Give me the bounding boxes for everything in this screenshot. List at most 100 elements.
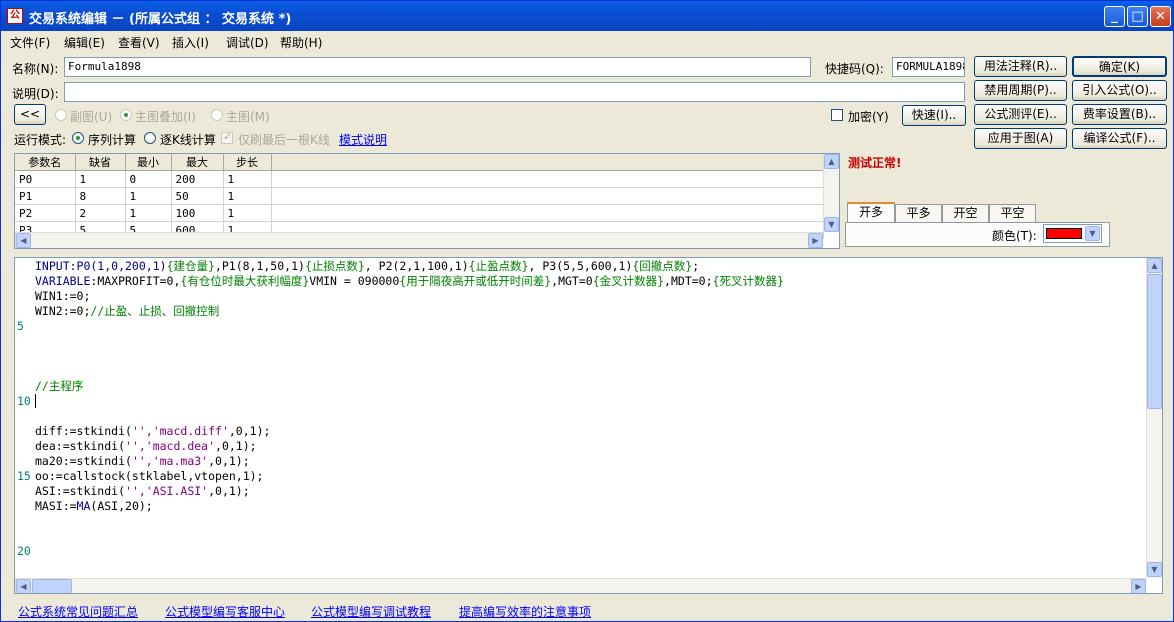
table-row[interactable]: P2 2 1 100 1 xyxy=(15,204,824,222)
code-line: WIN1:=0; xyxy=(35,289,91,303)
last-bar-label: 仅刷最后一根K线 xyxy=(238,133,330,147)
sub-chart-label: 副图(U) xyxy=(70,110,113,124)
color-label: 颜色(T): xyxy=(992,229,1037,243)
shortcut-input[interactable]: FORMULA1898 xyxy=(892,57,965,77)
import-formula-button[interactable]: 引入公式(O).. xyxy=(1072,80,1167,101)
params-table: 参数名 缺省 最小 最大 步长 P0 1 0 200 1 P1 8 1 50 1 P2 2 1 100… xyxy=(14,153,840,249)
fee-settings-button[interactable]: 费率设置(B).. xyxy=(1072,104,1167,125)
editor-vscrollbar[interactable]: ▲ ▼ xyxy=(1146,258,1162,578)
col-header[interactable]: 步长 xyxy=(223,154,272,171)
code-line: oo:=callstock(stklabel,vtopen,1); xyxy=(35,469,264,483)
run-mode-label: 运行模式: xyxy=(14,133,67,147)
line-number: 5 xyxy=(17,319,24,333)
tab-close-short[interactable]: 平空 xyxy=(989,204,1036,223)
tab-close-long[interactable]: 平多 xyxy=(895,204,942,223)
title-bar[interactable]: 公 交易系统编辑 － (所属公式组 ： 交易系统 *) _ □ ✕ xyxy=(1,1,1173,31)
col-header[interactable]: 参数名 xyxy=(15,154,76,171)
chevron-down-icon[interactable]: ▼ xyxy=(1085,226,1100,241)
text-cursor xyxy=(35,394,36,408)
scroll-down-icon[interactable]: ▼ xyxy=(1147,562,1162,577)
close-button[interactable]: ✕ xyxy=(1150,6,1171,27)
params-hscrollbar[interactable]: ◀ ▶ xyxy=(15,232,823,248)
menu-bar: 文件(F) 编辑(E) 查看(V) 插入(I) 调试(D) 帮助(H) xyxy=(1,31,1173,51)
menu-debug[interactable]: 调试(D) xyxy=(226,34,269,51)
scroll-thumb[interactable] xyxy=(32,579,72,593)
code-line: WIN2:=0;//止盈、止损、回撤控制 xyxy=(35,304,220,318)
signal-tabs: 开多 平多 开空 平空 xyxy=(845,202,1110,224)
tutorial-link[interactable]: 公式模型编写调试教程 xyxy=(311,603,431,620)
color-swatch xyxy=(1046,228,1082,239)
main-overlay-label: 主图叠加(I) xyxy=(135,110,196,124)
line-number: 15 xyxy=(17,469,31,483)
maximize-button[interactable]: □ xyxy=(1127,6,1148,27)
menu-file[interactable]: 文件(F) xyxy=(10,34,50,51)
code-line: VARIABLE:MAXPROFIT=0,{有仓位时最大获利幅度}VMIN = … xyxy=(35,274,784,288)
code-line: //主程序 xyxy=(35,379,84,393)
shortcut-label: 快捷码(Q): xyxy=(825,62,884,76)
editor-window: 公 交易系统编辑 － (所属公式组 ： 交易系统 *) _ □ ✕ 文件(F) … xyxy=(0,0,1174,622)
params-vscrollbar[interactable]: ▲ ▼ xyxy=(823,154,839,232)
col-header[interactable]: 最大 xyxy=(171,154,224,171)
formula-test-button[interactable]: 公式测评(E).. xyxy=(974,104,1067,125)
quick-button[interactable]: 快速(I).. xyxy=(902,105,966,126)
menu-insert[interactable]: 插入(I) xyxy=(172,34,209,51)
name-input[interactable]: Formula1898 xyxy=(64,57,811,77)
support-link[interactable]: 公式模型编写客服中心 xyxy=(165,603,285,620)
scroll-up-icon[interactable]: ▲ xyxy=(824,154,839,169)
code-line: dea:=stkindi('','macd.dea',0,1); xyxy=(35,439,257,453)
usage-notes-button[interactable]: 用法注释(R).. xyxy=(974,56,1067,77)
tab-open-long[interactable]: 开多 xyxy=(847,202,895,223)
window-title: 交易系统编辑 － (所属公式组 ： 交易系统 *) xyxy=(29,12,292,27)
col-header[interactable]: 缺省 xyxy=(75,154,126,171)
description-input[interactable] xyxy=(64,82,965,102)
scroll-left-icon[interactable]: ◀ xyxy=(16,579,31,593)
description-label: 说明(D): xyxy=(12,87,59,101)
tab-panel: 颜色(T): ▼ xyxy=(845,222,1110,247)
menu-view[interactable]: 查看(V) xyxy=(118,34,160,51)
faq-link[interactable]: 公式系统常见问题汇总 xyxy=(18,603,138,620)
col-header[interactable]: 最小 xyxy=(125,154,172,171)
disable-period-button[interactable]: 禁用周期(P).. xyxy=(974,80,1067,101)
scroll-right-icon[interactable]: ▶ xyxy=(1131,579,1146,593)
test-status: 测试正常! xyxy=(848,156,902,170)
code-editor[interactable]: 5 10 15 20 INPUT:P0(1,0,200,1){建仓量},P1(8… xyxy=(14,257,1163,594)
sequence-mode-radio[interactable] xyxy=(72,132,84,144)
sub-chart-radio[interactable] xyxy=(55,109,67,121)
color-select[interactable]: ▼ xyxy=(1043,224,1102,243)
formula-app-icon: 公 xyxy=(7,8,23,24)
scroll-down-icon[interactable]: ▼ xyxy=(824,217,839,232)
code-line: INPUT:P0(1,0,200,1){建仓量},P1(8,1,50,1){止损… xyxy=(35,259,700,273)
tab-open-short[interactable]: 开空 xyxy=(942,204,989,223)
table-row[interactable]: P1 8 1 50 1 xyxy=(15,187,824,205)
apply-to-chart-button[interactable]: 应用于图(A) xyxy=(974,128,1067,149)
editor-hscrollbar[interactable]: ◀ ▶ xyxy=(15,578,1146,593)
ok-button[interactable]: 确定(K) xyxy=(1072,56,1167,77)
minimize-button[interactable]: _ xyxy=(1104,6,1125,27)
scroll-right-icon[interactable]: ▶ xyxy=(808,233,823,248)
table-row[interactable]: P0 1 0 200 1 xyxy=(15,170,824,188)
scroll-thumb[interactable] xyxy=(1147,274,1162,409)
code-line: ma20:=stkindi('','ma.ma3',0,1); xyxy=(35,454,250,468)
encrypt-checkbox[interactable] xyxy=(831,109,843,121)
code-line: diff:=stkindi('','macd.diff',0,1); xyxy=(35,424,271,438)
main-chart-radio[interactable] xyxy=(211,109,223,121)
main-chart-label: 主图(M) xyxy=(226,110,270,124)
collapse-button[interactable]: << xyxy=(14,104,46,125)
menu-help[interactable]: 帮助(H) xyxy=(280,34,322,51)
menu-edit[interactable]: 编辑(E) xyxy=(64,34,105,51)
sequence-mode-label: 序列计算 xyxy=(88,133,137,147)
scroll-left-icon[interactable]: ◀ xyxy=(16,233,31,248)
mode-help-link[interactable]: 模式说明 xyxy=(339,131,387,148)
bar-mode-radio[interactable] xyxy=(144,132,156,144)
main-overlay-radio[interactable] xyxy=(120,109,132,121)
tips-link[interactable]: 提高编写效率的注意事项 xyxy=(459,603,591,620)
code-line: ASI:=stkindi('','ASI.ASI',0,1); xyxy=(35,484,250,498)
name-label: 名称(N): xyxy=(12,62,59,76)
encrypt-label: 加密(Y) xyxy=(848,110,889,124)
code-line: MASI:=MA(ASI,20); xyxy=(35,499,153,513)
bar-mode-label: 逐K线计算 xyxy=(160,133,216,147)
last-bar-checkbox[interactable] xyxy=(221,130,233,144)
scroll-up-icon[interactable]: ▲ xyxy=(1147,258,1162,273)
compile-formula-button[interactable]: 编译公式(F).. xyxy=(1072,128,1167,149)
line-number: 20 xyxy=(17,544,31,558)
